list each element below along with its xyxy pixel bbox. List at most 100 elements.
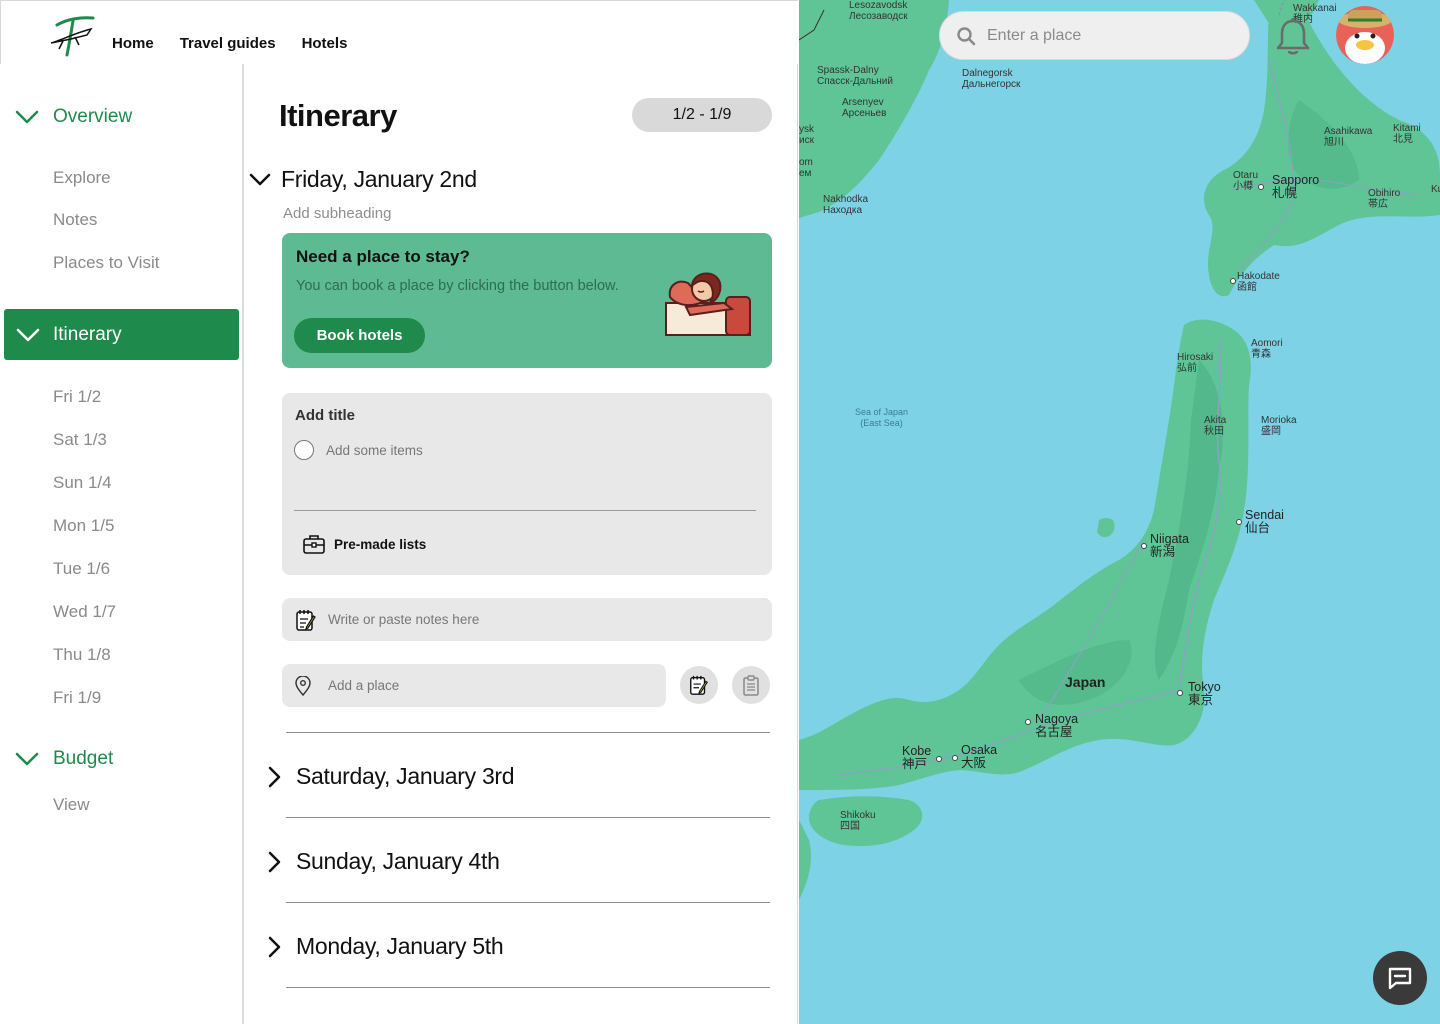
city-marker [1258,184,1264,190]
chevron-down-icon [249,173,271,185]
map-label: Shikoku 四国 [840,810,876,832]
map-label: Lesozavodsk Лесозаводск [849,0,908,22]
duck-avatar-icon [1336,6,1394,64]
divider [294,510,756,511]
map-label: ysk иск [799,124,814,146]
search-icon [957,26,976,45]
city-marker [1177,690,1183,696]
nav-travel-guides[interactable]: Travel guides [180,35,276,52]
sidebar-item-day[interactable]: Wed 1/7 [53,602,116,622]
city-marker [1025,719,1031,725]
day-divider [286,817,770,818]
nav-home[interactable]: Home [112,35,154,52]
map-label: Niigata 新潟 [1150,532,1189,559]
clipboard-icon [743,675,759,696]
chevron-down-icon [15,752,39,766]
map-label: Nakhodka Находка [823,194,869,216]
sidebar-item-view[interactable]: View [53,795,90,815]
city-marker [1230,278,1236,284]
sidebar-section-itinerary[interactable]: Itinerary [4,309,239,360]
travel-logo-icon[interactable] [49,15,97,59]
bell-icon[interactable] [1275,17,1311,57]
sidebar-section-label: Overview [53,106,133,127]
hotel-suggestion-card: Need a place to stay? You can book a pla… [282,233,772,368]
city-marker [1141,543,1147,549]
map-label: Otaru 小樽 [1233,170,1259,192]
map-label: Akita 秋田 [1204,415,1227,437]
city-marker [1236,519,1242,525]
sidebar-item-day[interactable]: Fri 1/9 [53,688,101,708]
hotel-card-title: Need a place to stay? [296,247,470,266]
map-label: Asahikawa 旭川 [1324,126,1373,148]
notes-input[interactable]: Write or paste notes here [282,598,772,641]
sidebar-item-day[interactable]: Sun 1/4 [53,473,112,493]
map-label: Japan [1065,674,1106,690]
sleeping-person-icon [665,272,751,336]
hotel-card-text: You can book a place by clicking the but… [296,278,619,294]
day-header-collapsed[interactable]: Sunday, January 4th [264,848,500,875]
map-label: Hakodate 函館 [1237,271,1280,293]
day-title: Sunday, January 4th [296,848,500,874]
place-search-input[interactable]: Enter a place [939,11,1250,60]
map-label: Sendai 仙台 [1245,508,1284,535]
sidebar-item-day[interactable]: Sat 1/3 [53,430,107,450]
add-checklist-button[interactable] [732,666,770,704]
map-label: Nagoya 名古屋 [1035,712,1079,739]
chevron-down-icon [16,328,40,341]
sidebar-item-places-to-visit[interactable]: Places to Visit [53,253,159,273]
nav-hotels[interactable]: Hotels [302,35,348,52]
sidebar-item-explore[interactable]: Explore [53,168,111,188]
day-header-collapsed[interactable]: Saturday, January 3rd [264,763,515,790]
map-label: Kitami 北見 [1393,123,1421,145]
day-divider [286,987,770,988]
chevron-right-icon [268,851,281,872]
chevron-right-icon [268,936,281,957]
sidebar: Overview Explore Notes Places to Visit I… [0,64,244,1024]
chat-button[interactable] [1373,951,1427,1005]
map-label-sea: Sea of Japan (East Sea) [855,407,909,428]
checklist-card: Add title Add some items Pre-made lists [282,393,772,575]
map-label: Aomori 青森 [1251,338,1283,360]
sidebar-item-day[interactable]: Thu 1/8 [53,645,111,665]
sidebar-item-day[interactable]: Mon 1/5 [53,516,114,536]
map-view[interactable]: Lesozavodsk Лесозаводск Wakkanai 稚内 Spassk… [799,0,1440,1024]
chevron-down-icon [15,110,39,124]
day-header-collapsed[interactable]: Monday, January 5th [264,933,504,960]
city-marker [952,755,958,761]
map-label: Osaka 大阪 [961,743,998,770]
sidebar-section-overview[interactable]: Overview [14,106,132,128]
book-hotels-button[interactable]: Book hotels [294,318,425,353]
day-header-expanded[interactable]: Friday, January 2nd [249,166,477,193]
notes-placeholder: Write or paste notes here [328,612,480,627]
checklist-title-input[interactable]: Add title [295,407,355,424]
sidebar-section-budget[interactable]: Budget [14,748,113,770]
sidebar-item-notes[interactable]: Notes [53,210,97,230]
add-place-input[interactable]: Add a place [282,664,666,707]
page-title: Itinerary [279,98,397,133]
premade-lists-button[interactable]: Pre-made lists [302,533,426,555]
map-label: Dalnegorsk Дальнегорск [962,68,1021,90]
premade-lists-label: Pre-made lists [334,536,427,552]
subheading-input[interactable]: Add subheading [283,205,391,222]
checklist-item-input[interactable]: Add some items [326,443,423,458]
add-place-placeholder: Add a place [328,678,400,693]
sidebar-item-day[interactable]: Fri 1/2 [53,387,101,407]
japan-map [799,0,1440,900]
sidebar-item-day[interactable]: Tue 1/6 [53,559,110,579]
map-label: Sapporo 札幌 [1272,173,1320,200]
map-label: om ем [799,157,813,179]
map-label: Morioka 盛岡 [1261,415,1297,437]
sidebar-section-label: Itinerary [53,323,122,345]
top-bar: Home Travel guides Hotels [0,0,798,64]
map-label: Kobe 神戸 [902,744,932,771]
checklist-item-checkbox[interactable] [294,440,314,460]
map-label: Spassk-Dalny Спасск-Дальний [817,65,893,87]
date-range-pill[interactable]: 1/2 - 1/9 [632,98,772,132]
add-note-button[interactable] [680,666,718,704]
day-title: Saturday, January 3rd [296,763,515,789]
day-divider [286,902,770,903]
avatar[interactable] [1336,6,1394,64]
briefcase-icon [303,535,325,554]
itinerary-panel: Itinerary 1/2 - 1/9 Friday, January 2nd … [246,64,798,1024]
location-pin-icon [295,675,311,696]
